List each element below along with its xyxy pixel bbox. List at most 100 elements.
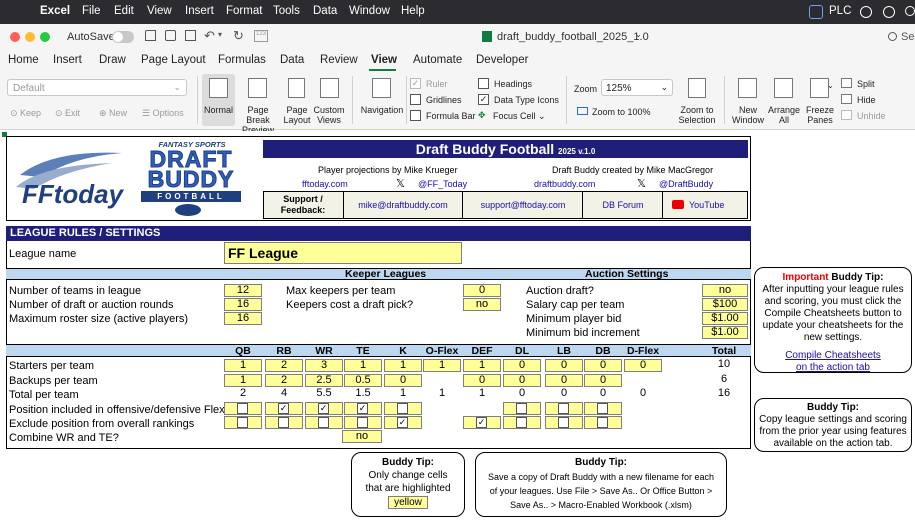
tab-home[interactable]: Home [8, 54, 39, 66]
gridlines-checkbox[interactable] [410, 94, 421, 105]
menu-window[interactable]: Window [349, 5, 390, 17]
data-type-icons-checkbox[interactable]: ✓ [478, 94, 489, 105]
autosave-toggle[interactable] [112, 31, 134, 43]
draftbuddy-x-link[interactable]: @DraftBuddy [659, 179, 713, 189]
home-icon[interactable] [145, 30, 156, 41]
ruler-checkbox[interactable]: ✓ [410, 78, 421, 89]
backups-cell[interactable]: 0 [384, 374, 422, 387]
max-keepers-input[interactable]: 0 [463, 284, 501, 297]
menu-file[interactable]: File [82, 5, 101, 17]
roster-input[interactable]: 16 [224, 312, 262, 325]
exclude-checkbox[interactable] [318, 417, 329, 428]
tab-review[interactable]: Review [320, 54, 358, 66]
flex-checkbox[interactable] [237, 403, 248, 414]
exclude-checkbox[interactable]: ✓ [397, 417, 408, 428]
tab-page-layout[interactable]: Page Layout [141, 54, 206, 66]
search-icon[interactable] [905, 6, 915, 16]
draftbuddy-link[interactable]: draftbuddy.com [534, 179, 595, 189]
undo-dropdown-icon[interactable]: ▾ [218, 30, 222, 39]
freeze-dropdown-icon[interactable]: ⌄ [827, 81, 834, 91]
backups-cell[interactable]: 0 [503, 374, 541, 387]
starters-cell[interactable]: 0 [545, 359, 583, 372]
backups-cell[interactable]: 2.5 [305, 374, 343, 387]
close-window-button[interactable] [10, 32, 20, 42]
exclude-checkbox[interactable] [237, 417, 248, 428]
menu-view[interactable]: View [147, 5, 172, 17]
keepers-cost-input[interactable]: no [463, 298, 501, 311]
tab-developer[interactable]: Developer [476, 54, 528, 66]
flex-checkbox[interactable] [516, 403, 527, 414]
flex-checkbox[interactable] [597, 403, 608, 414]
account-label[interactable]: PLC [829, 5, 851, 17]
exclude-checkbox[interactable] [357, 417, 368, 428]
rounds-input[interactable]: 16 [224, 298, 262, 311]
auction-draft-input[interactable]: no [702, 284, 748, 297]
zoom-selection-button[interactable]: Zoom to Selection [676, 74, 718, 126]
normal-view-button[interactable]: Normal [202, 74, 235, 126]
title-dropdown-icon[interactable]: ⌄ [635, 30, 642, 39]
combine-wr-te-input[interactable]: no [342, 430, 382, 443]
salary-cap-input[interactable]: $100 [702, 298, 748, 311]
exclude-checkbox[interactable] [278, 417, 289, 428]
unhide-button[interactable]: Unhide [857, 111, 886, 121]
tab-automate[interactable]: Automate [413, 54, 462, 66]
starters-cell[interactable]: 0 [503, 359, 541, 372]
backups-cell[interactable]: 1 [224, 374, 262, 387]
options-button[interactable]: ☰ Options [142, 108, 184, 118]
play-icon[interactable] [860, 6, 872, 18]
teams-input[interactable]: 12 [224, 284, 262, 297]
menu-data[interactable]: Data [313, 5, 337, 17]
starters-cell[interactable]: 1 [423, 359, 461, 372]
redo-icon[interactable]: ↻ [233, 28, 244, 44]
min-bid-input[interactable]: $1.00 [702, 312, 748, 325]
number-format-icon[interactable]: 123 [254, 30, 268, 42]
starters-cell[interactable]: 0 [624, 359, 662, 372]
support-email-link[interactable]: support@fftoday.com [464, 200, 582, 210]
flex-checkbox[interactable]: ✓ [357, 403, 368, 414]
split-button[interactable]: Split [857, 79, 875, 89]
starters-cell[interactable]: 1 [384, 359, 422, 372]
new-view-button[interactable]: ⊕ New [99, 108, 127, 118]
tab-view[interactable]: View [371, 54, 397, 66]
tab-insert[interactable]: Insert [53, 54, 82, 66]
tab-draw[interactable]: Draw [99, 54, 126, 66]
backups-cell[interactable]: 0.5 [344, 374, 382, 387]
tab-formulas[interactable]: Formulas [218, 54, 266, 66]
page-layout-view-button[interactable]: Page Layout [283, 74, 311, 126]
worksheet[interactable]: FFtoday FANTASY SPORTS DRAFT BUDDY FOOTB… [0, 131, 915, 522]
sheet-view-select[interactable]: Default ⌄ [7, 79, 187, 96]
focus-cell-button[interactable]: Focus Cell ⌄ [493, 111, 546, 121]
keep-button[interactable]: ⊙ Keep [10, 108, 41, 118]
formula-bar-checkbox[interactable] [410, 110, 421, 121]
backups-cell[interactable]: 0 [584, 374, 622, 387]
starters-cell[interactable]: 0 [584, 359, 622, 372]
arrange-all-button[interactable]: Arrange All [766, 74, 802, 126]
min-increment-input[interactable]: $1.00 [702, 326, 748, 339]
navigation-button[interactable]: Navigation [358, 74, 406, 126]
hide-button[interactable]: Hide [857, 95, 876, 105]
minimize-window-button[interactable] [25, 32, 35, 42]
flex-checkbox[interactable] [558, 403, 569, 414]
power-icon[interactable] [883, 6, 895, 18]
youtube-link[interactable]: YouTube [689, 200, 724, 210]
league-name-input[interactable]: FF League [224, 242, 462, 264]
menu-insert[interactable]: Insert [185, 5, 214, 17]
mike-email-link[interactable]: mike@draftbuddy.com [346, 200, 460, 210]
fftoday-link[interactable]: fftoday.com [302, 179, 348, 189]
menu-app-name[interactable]: Excel [40, 5, 70, 17]
save-icon[interactable] [165, 30, 176, 41]
custom-views-button[interactable]: Custom Views [312, 74, 346, 126]
page-break-preview-button[interactable]: Page Break Preview [236, 74, 280, 135]
tab-data[interactable]: Data [280, 54, 304, 66]
zoom-100-button[interactable]: Zoom to 100% [592, 107, 651, 117]
flex-checkbox[interactable]: ✓ [318, 403, 329, 414]
menu-edit[interactable]: Edit [114, 5, 134, 17]
exclude-checkbox[interactable]: ✓ [476, 417, 487, 428]
new-window-button[interactable]: New Window [729, 74, 767, 126]
vpn-icon[interactable] [809, 5, 823, 19]
starters-cell[interactable]: 1 [344, 359, 382, 372]
print-icon[interactable] [185, 30, 196, 41]
compile-cheatsheets-link[interactable]: Compile Cheatsheets [758, 350, 908, 362]
headings-checkbox[interactable] [478, 78, 489, 89]
starters-cell[interactable]: 3 [305, 359, 343, 372]
